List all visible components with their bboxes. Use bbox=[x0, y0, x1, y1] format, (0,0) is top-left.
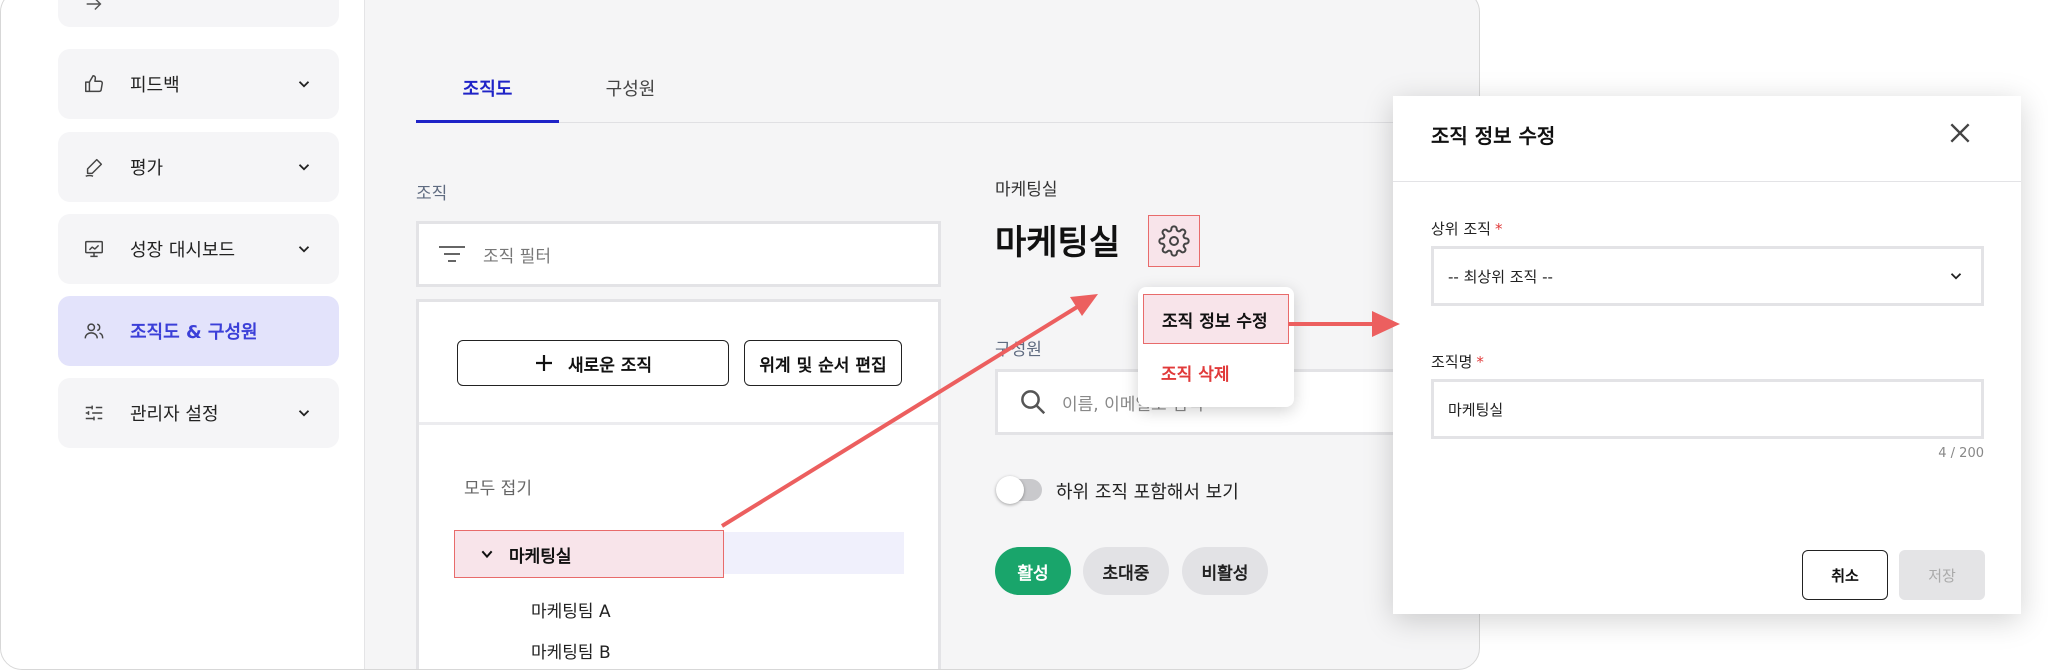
modal-title: 조직 정보 수정 bbox=[1431, 124, 1556, 148]
new-org-button-label: 새로운 조직 bbox=[567, 355, 653, 376]
users-icon bbox=[82, 319, 106, 343]
org-section-label: 조직 bbox=[416, 184, 448, 204]
org-name-label-text: 조직명 bbox=[1431, 353, 1473, 371]
org-name-label: 조직명 * bbox=[1431, 351, 1484, 372]
status-chip-active[interactable]: 활성 bbox=[995, 547, 1071, 595]
tab-members[interactable]: 구성원 bbox=[559, 71, 702, 123]
menu-item-delete-org[interactable]: 조직 삭제 bbox=[1143, 347, 1289, 397]
edit-org-modal: 조직 정보 수정 상위 조직 * -- 최상위 조직 -- 조직명 * 마케팅실 4… bbox=[1393, 96, 2021, 614]
chevron-down-icon bbox=[1950, 273, 1962, 280]
pen-icon bbox=[82, 155, 106, 179]
sidebar-item-growth-dashboard[interactable]: 성장 대시보드 bbox=[58, 214, 339, 284]
presentation-chart-icon bbox=[82, 237, 106, 261]
collapse-all-link[interactable]: 모두 접기 bbox=[464, 474, 532, 499]
chevron-down-icon bbox=[481, 550, 493, 559]
tab-org-chart[interactable]: 조직도 bbox=[416, 71, 559, 123]
sliders-icon bbox=[82, 401, 106, 425]
sidebar-item-label: 관리자 설정 bbox=[130, 404, 219, 425]
required-mark: * bbox=[1476, 353, 1484, 371]
status-chip-inactive[interactable]: 비활성 bbox=[1182, 547, 1268, 595]
stage: 피드백 평가 성장 대시보드 조직도 & 구성원 관리자 설정 조직도 구성원 … bbox=[0, 0, 2048, 671]
active-tab-indicator bbox=[416, 120, 559, 123]
main-content: 조직도 구성원 조직 조직 필터 새로운 조직 위계 및 순서 편집 모두 접기 bbox=[366, 0, 1479, 669]
edit-order-button[interactable]: 위계 및 순서 편집 bbox=[744, 340, 902, 386]
chevron-down-icon bbox=[298, 246, 310, 253]
org-filter-input[interactable]: 조직 필터 bbox=[416, 221, 941, 287]
org-settings-button[interactable] bbox=[1148, 215, 1200, 267]
sidebar-item-label: 평가 bbox=[130, 158, 164, 179]
toggle-knob bbox=[996, 476, 1024, 504]
sidebar-item-org-chart[interactable]: 조직도 & 구성원 bbox=[58, 296, 339, 366]
plus-icon bbox=[535, 355, 552, 371]
org-title: 마케팅실 bbox=[995, 223, 1121, 263]
org-tree-panel: 새로운 조직 위계 및 순서 편집 모두 접기 마케팅실 마케팅팀 A 마케팅팀… bbox=[416, 299, 941, 669]
save-button[interactable]: 저장 bbox=[1899, 550, 1985, 600]
tree-node-child[interactable]: 마케팅팀 A bbox=[531, 597, 611, 622]
org-filter-placeholder: 조직 필터 bbox=[483, 246, 551, 267]
sidebar-item-partial[interactable] bbox=[58, 0, 339, 27]
tab-bar: 조직도 구성원 bbox=[416, 71, 1479, 123]
cancel-button[interactable]: 취소 bbox=[1802, 550, 1888, 600]
chevron-down-icon bbox=[298, 81, 310, 88]
parent-org-label-text: 상위 조직 bbox=[1431, 220, 1491, 238]
org-breadcrumb: 마케팅실 bbox=[995, 180, 1058, 200]
tree-node-child[interactable]: 마케팅팀 B bbox=[531, 638, 611, 663]
sidebar-item-feedback[interactable]: 피드백 bbox=[58, 49, 339, 119]
sidebar: 피드백 평가 성장 대시보드 조직도 & 구성원 관리자 설정 bbox=[1, 0, 365, 669]
parent-org-select[interactable]: -- 최상위 조직 -- bbox=[1431, 246, 1984, 306]
thumbs-up-icon bbox=[82, 72, 106, 96]
parent-org-label: 상위 조직 * bbox=[1431, 218, 1502, 239]
org-name-input[interactable]: 마케팅실 bbox=[1431, 379, 1984, 439]
sidebar-item-admin-settings[interactable]: 관리자 설정 bbox=[58, 378, 339, 448]
sidebar-item-evaluation[interactable]: 평가 bbox=[58, 132, 339, 202]
org-context-menu: 조직 정보 수정 조직 삭제 bbox=[1138, 287, 1294, 407]
members-section-label: 구성원 bbox=[995, 340, 1042, 360]
chevron-down-icon bbox=[298, 164, 310, 171]
tree-node-root[interactable]: 마케팅실 bbox=[454, 530, 724, 578]
gear-icon bbox=[1158, 225, 1190, 257]
required-mark: * bbox=[1494, 220, 1503, 238]
sidebar-item-label: 피드백 bbox=[130, 75, 180, 96]
sidebar-item-label: 성장 대시보드 bbox=[130, 240, 236, 261]
tree-node-label: 마케팅실 bbox=[509, 546, 572, 567]
char-counter: 4 / 200 bbox=[1938, 446, 1984, 461]
modal-divider bbox=[1393, 181, 2021, 182]
status-chip-invited[interactable]: 초대중 bbox=[1083, 547, 1169, 595]
chevron-down-icon bbox=[298, 410, 310, 417]
parent-org-select-value: -- 최상위 조직 -- bbox=[1448, 267, 1553, 286]
arrow-right-icon bbox=[82, 0, 106, 16]
include-sub-orgs-toggle[interactable] bbox=[996, 476, 1042, 504]
panel-divider bbox=[419, 422, 938, 425]
new-org-button[interactable]: 새로운 조직 bbox=[457, 340, 729, 386]
filter-icon bbox=[439, 246, 465, 262]
include-sub-orgs-label: 하위 조직 포함해서 보기 bbox=[1056, 482, 1239, 503]
search-icon bbox=[1021, 390, 1046, 415]
close-icon[interactable] bbox=[1947, 120, 1973, 146]
menu-item-edit-org[interactable]: 조직 정보 수정 bbox=[1143, 294, 1289, 344]
sidebar-item-label: 조직도 & 구성원 bbox=[130, 322, 258, 343]
